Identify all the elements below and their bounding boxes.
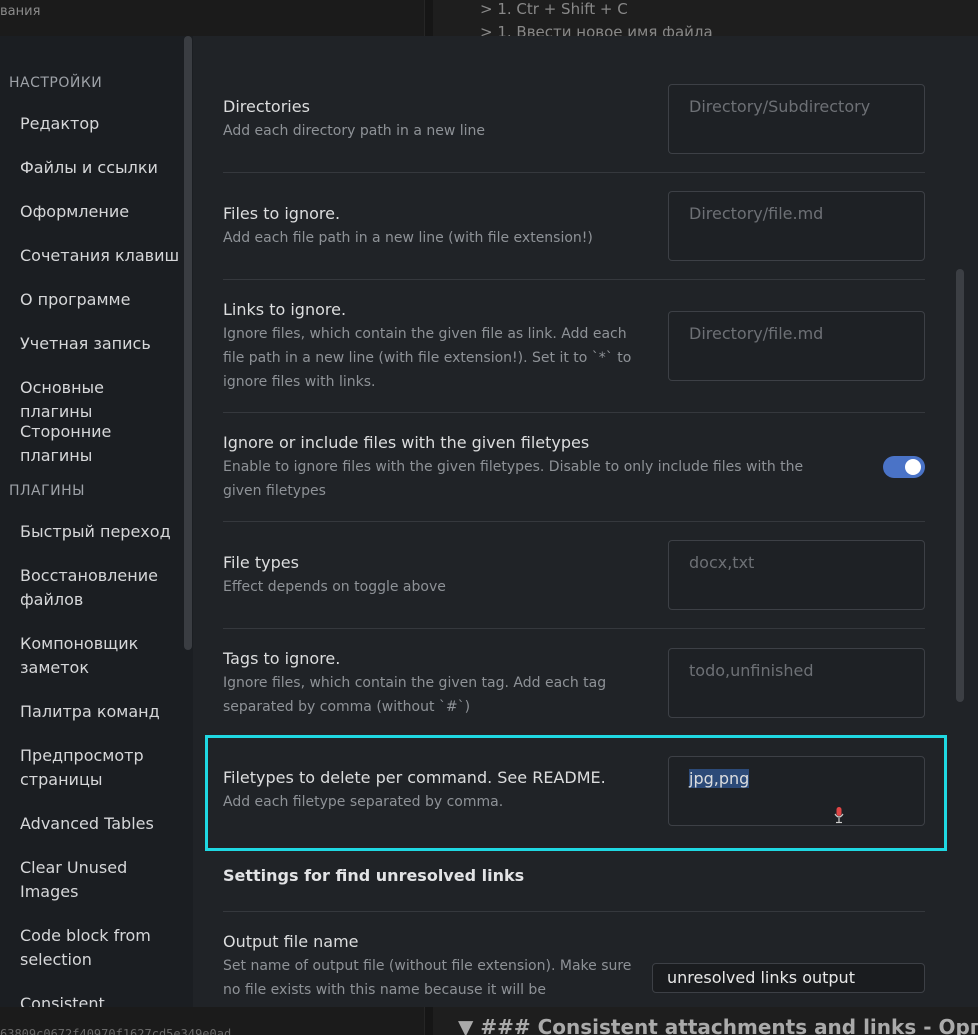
toggle-knob <box>905 459 921 475</box>
filetypes-to-delete-textarea[interactable]: jpg,png <box>668 756 925 826</box>
sidebar-item-quick-switcher[interactable]: Быстрый переход <box>20 520 180 544</box>
sidebar-item-hotkeys[interactable]: Сочетания клавиш <box>20 244 180 268</box>
microphone-icon <box>834 807 844 824</box>
links-to-ignore-textarea[interactable]: Directory/file.md <box>668 311 925 381</box>
setting-description: Ignore files, which contain the given ta… <box>223 675 607 715</box>
tags-to-ignore-textarea[interactable]: todo,unfinished <box>668 648 925 718</box>
editor-line: > 1. Ctr + Shift + C <box>480 0 628 18</box>
setting-description: Add each directory path in a new line <box>223 123 486 139</box>
sidebar-item-file-recovery[interactable]: Восстановление файлов <box>20 564 180 612</box>
divider <box>223 172 925 173</box>
sidebar-item-code-block[interactable]: Code block from selection <box>20 924 180 972</box>
sidebar-scrollbar[interactable] <box>184 36 192 650</box>
filetype-toggle[interactable] <box>883 456 925 478</box>
section-heading: Settings for find unresolved links <box>223 866 525 885</box>
sidebar-item-account[interactable]: Учетная запись <box>20 332 180 356</box>
sidebar-item-note-composer[interactable]: Компоновщик заметок <box>20 632 180 680</box>
sidebar-item-consistent[interactable]: Consistent <box>20 992 180 1007</box>
output-file-name-input[interactable]: unresolved links output <box>652 963 925 993</box>
setting-description: Add each file path in a new line (with f… <box>223 230 593 246</box>
settings-sidebar: НАСТРОЙКИ Редактор Файлы и ссылки Оформл… <box>0 36 193 1007</box>
background-hash: 63809c0672f40970f1627cd5e349e0ad <box>0 1027 232 1035</box>
setting-description: Effect depends on toggle above <box>223 579 446 595</box>
file-types-textarea[interactable]: docx,txt <box>668 540 925 610</box>
divider <box>223 521 925 522</box>
content-scrollbar[interactable] <box>956 269 964 702</box>
setting-name: Ignore or include files with the given f… <box>223 433 590 452</box>
sidebar-item-core-plugins[interactable]: Основные плагины <box>20 376 180 424</box>
background-text: вания <box>0 4 41 19</box>
editor-heading: ▼ ### Consistent attachments and links -… <box>458 1015 978 1035</box>
settings-content: Directories Add each directory path in a… <box>193 36 978 1007</box>
sidebar-item-appearance[interactable]: Оформление <box>20 200 180 224</box>
sidebar-item-about[interactable]: О программе <box>20 288 180 312</box>
sidebar-item-clear-unused-images[interactable]: Clear Unused Images <box>20 856 180 904</box>
divider <box>223 628 925 629</box>
selected-text: jpg,png <box>689 769 750 788</box>
sidebar-item-command-palette[interactable]: Палитра команд <box>20 700 180 724</box>
setting-description: Add each filetype separated by comma. <box>223 794 504 810</box>
setting-name: Output file name <box>223 932 359 951</box>
settings-modal: НАСТРОЙКИ Редактор Файлы и ссылки Оформл… <box>0 36 978 1007</box>
sidebar-item-files-links[interactable]: Файлы и ссылки <box>20 156 180 180</box>
sidebar-section-settings: НАСТРОЙКИ <box>9 75 103 91</box>
divider <box>223 911 925 912</box>
divider <box>223 279 925 280</box>
setting-description: Ignore files, which contain the given fi… <box>223 326 632 390</box>
sidebar-item-community-plugins[interactable]: Сторонние плагины <box>20 420 180 468</box>
directories-textarea[interactable]: Directory/Subdirectory <box>668 84 925 154</box>
sidebar-item-advanced-tables[interactable]: Advanced Tables <box>20 812 180 836</box>
sidebar-item-editor[interactable]: Редактор <box>20 112 180 136</box>
setting-description: Enable to ignore files with the given fi… <box>223 459 804 499</box>
divider <box>223 412 925 413</box>
sidebar-section-plugins: ПЛАГИНЫ <box>9 483 86 499</box>
setting-filetype-mode: Ignore or include files with the given f… <box>223 431 925 503</box>
files-to-ignore-textarea[interactable]: Directory/file.md <box>668 191 925 261</box>
setting-description: Set name of output file (without file ex… <box>223 958 632 1007</box>
sidebar-item-page-preview[interactable]: Предпросмотр страницы <box>20 744 180 792</box>
